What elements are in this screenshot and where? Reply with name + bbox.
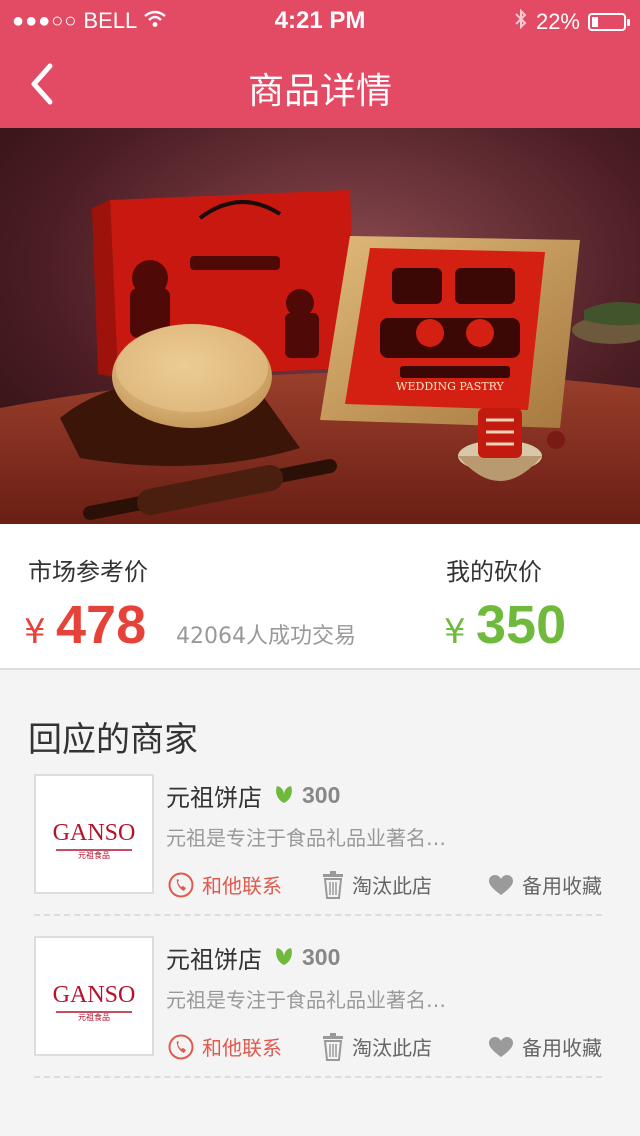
- navigation-bar: 商品详情: [0, 40, 640, 128]
- trash-icon: [323, 870, 343, 899]
- card-divider: [34, 914, 602, 916]
- heart-icon: [489, 874, 513, 895]
- card-divider: [34, 1076, 602, 1078]
- logo-text: GANSO: [53, 982, 136, 1008]
- status-bar: ●●●○○ BELL 4:21 PM 22%: [0, 0, 640, 40]
- merchant-card[interactable]: GANSO 元祖食品 元祖饼店 300 元祖是专注于食品礼品业著名… 和他联系 …: [34, 936, 608, 1098]
- price-panel: 市场参考价 ¥ 478 42064人成功交易 我的砍价 ¥ 350: [0, 524, 640, 670]
- merchant-logo: GANSO 元祖食品: [34, 774, 154, 894]
- contact-label: 和他联系: [202, 874, 282, 898]
- heart-icon: [489, 1036, 513, 1057]
- remove-label: 淘汰此店: [352, 1036, 432, 1060]
- contact-label: 和他联系: [202, 1036, 282, 1060]
- favorite-label: 备用收藏: [522, 1036, 602, 1060]
- logo-subtext: 元祖食品: [78, 1012, 110, 1022]
- contact-button[interactable]: 和他联系: [168, 870, 282, 899]
- merchant-name: 元祖饼店: [166, 784, 262, 812]
- logo-subtext: 元祖食品: [78, 850, 110, 860]
- remove-label: 淘汰此店: [352, 874, 432, 898]
- my-price: 350: [476, 595, 567, 655]
- my-price-label: 我的砍价: [446, 558, 542, 586]
- market-price-label: 市场参考价: [28, 558, 148, 586]
- box-label: WEDDING PASTRY: [396, 380, 504, 393]
- merchant-score: 300: [302, 782, 341, 808]
- remove-store-button[interactable]: 淘汰此店: [322, 1032, 432, 1061]
- product-image: WEDDING PASTRY: [0, 128, 640, 524]
- favorite-button[interactable]: 备用收藏: [488, 1032, 602, 1061]
- currency-symbol: ¥: [24, 612, 46, 652]
- battery-percent: 22%: [535, 9, 580, 34]
- phone-icon: [168, 1034, 194, 1059]
- market-price: 478: [56, 595, 147, 655]
- merchant-description: 元祖是专注于食品礼品业著名…: [166, 826, 446, 850]
- favorite-button[interactable]: 备用收藏: [488, 870, 602, 899]
- contact-button[interactable]: 和他联系: [168, 1032, 282, 1061]
- merchant-name: 元祖饼店: [166, 946, 262, 974]
- merchant-description: 元祖是专注于食品礼品业著名…: [166, 988, 446, 1012]
- remove-store-button[interactable]: 淘汰此店: [322, 870, 432, 899]
- currency-symbol: ¥: [444, 612, 466, 652]
- section-title: 回应的商家: [28, 720, 198, 760]
- deal-count: 42064人成功交易: [176, 624, 356, 649]
- merchant-logo: GANSO 元祖食品: [34, 936, 154, 1056]
- phone-icon: [168, 872, 194, 897]
- favorite-label: 备用收藏: [522, 874, 602, 898]
- trash-icon: [323, 1032, 343, 1061]
- leaf-icon: [274, 945, 294, 967]
- logo-text: GANSO: [53, 820, 136, 846]
- page-title: 商品详情: [247, 71, 392, 112]
- bluetooth-icon: [514, 8, 528, 36]
- merchant-card[interactable]: GANSO 元祖食品 元祖饼店 300 元祖是专注于食品礼品业著名… 和他联系 …: [34, 774, 608, 936]
- battery-icon: [588, 13, 630, 31]
- leaf-icon: [274, 783, 294, 805]
- merchant-score: 300: [302, 944, 341, 970]
